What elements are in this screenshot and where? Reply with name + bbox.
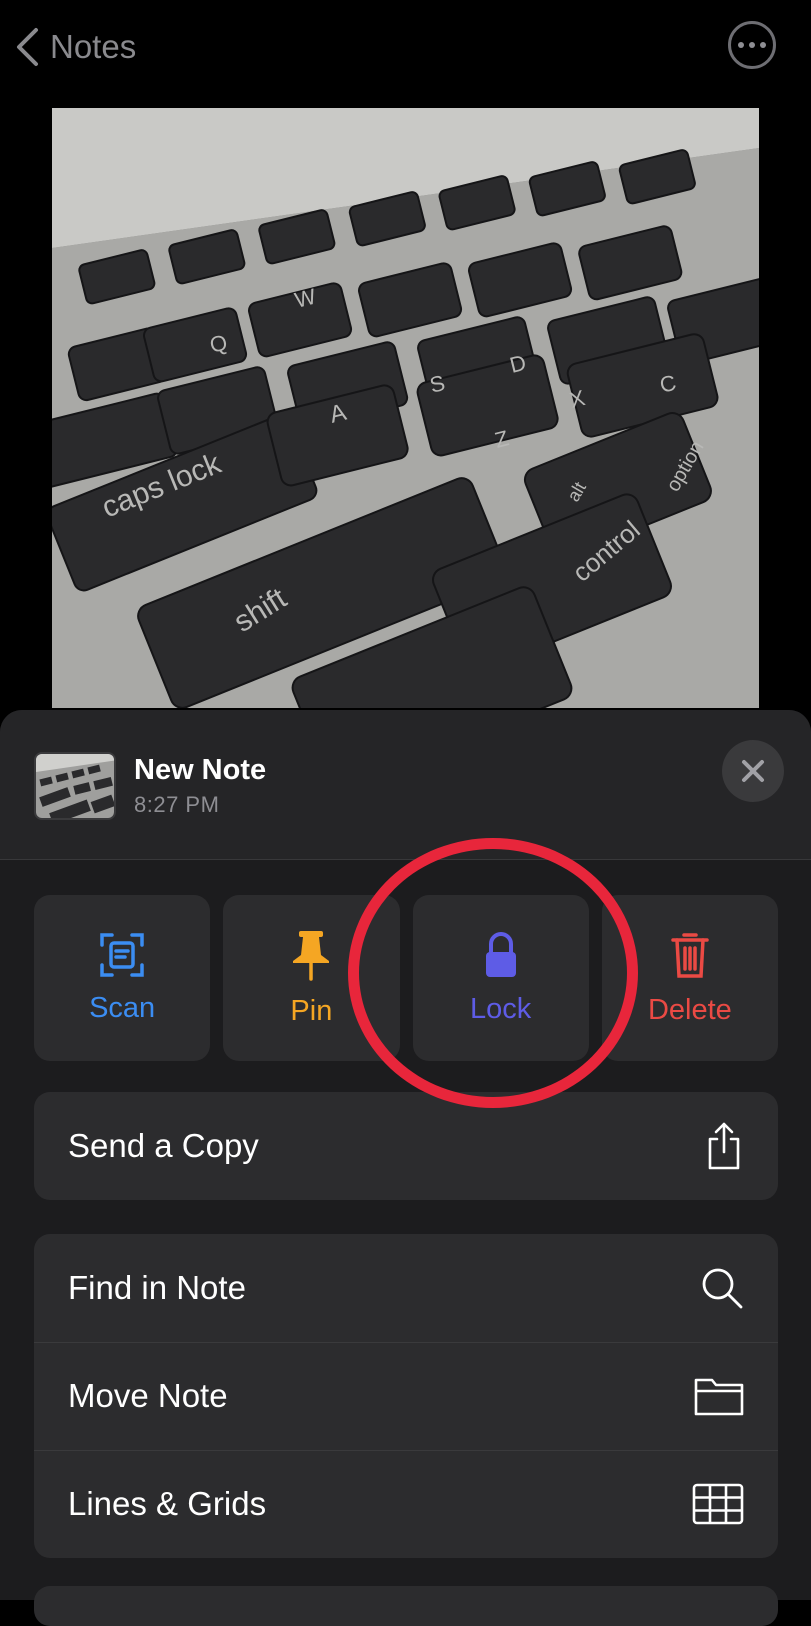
note-options-group: Find in Note Move Note Lines & Grids (34, 1234, 778, 1558)
send-copy-row[interactable]: Send a Copy (34, 1092, 778, 1200)
quick-actions: Scan Pin Lock Delete (34, 895, 778, 1061)
trash-icon (671, 932, 709, 978)
close-icon (742, 760, 764, 782)
lines-grids-label: Lines & Grids (68, 1485, 267, 1522)
sheet-header: New Note 8:27 PM (0, 710, 811, 860)
note-photo[interactable]: caps lock shift A S D Q W Z X C alt opti… (52, 108, 759, 708)
ellipsis-circle-icon (738, 42, 744, 48)
close-button[interactable] (722, 740, 784, 802)
pin-button[interactable]: Pin (223, 895, 400, 1061)
more-button[interactable] (728, 21, 776, 69)
find-in-note-label: Find in Note (68, 1269, 246, 1306)
scan-button[interactable]: Scan (34, 895, 211, 1061)
pin-icon (293, 930, 330, 981)
scan-label: Scan (89, 991, 156, 1024)
lock-icon (485, 931, 516, 977)
back-label: Notes (50, 28, 137, 65)
lock-button[interactable]: Lock (412, 895, 589, 1061)
delete-button[interactable]: Delete (601, 895, 778, 1061)
note-thumbnail (34, 752, 116, 820)
pin-label: Pin (290, 994, 333, 1027)
note-timestamp: 8:27 PM (134, 792, 220, 817)
find-in-note-row[interactable]: Find in Note (34, 1234, 778, 1342)
search-icon (702, 1268, 743, 1309)
delete-label: Delete (647, 993, 732, 1026)
share-group: Send a Copy (34, 1092, 778, 1200)
more-options-group (34, 1586, 778, 1626)
move-note-row[interactable]: Move Note (34, 1342, 778, 1450)
grid-icon (692, 1483, 744, 1525)
note-actions-sheet: New Note 8:27 PM Scan Pin Lock Delete Se… (0, 710, 811, 1626)
scan-icon (100, 932, 144, 977)
send-copy-label: Send a Copy (68, 1127, 259, 1164)
move-note-label: Move Note (68, 1377, 228, 1414)
lines-grids-row[interactable]: Lines & Grids (34, 1450, 778, 1558)
note-title: New Note (134, 754, 267, 786)
lock-label: Lock (469, 992, 532, 1025)
chevron-left-icon (17, 28, 38, 66)
share-icon (708, 1122, 740, 1170)
folder-icon (694, 1378, 744, 1416)
back-button[interactable]: Notes (14, 22, 136, 72)
